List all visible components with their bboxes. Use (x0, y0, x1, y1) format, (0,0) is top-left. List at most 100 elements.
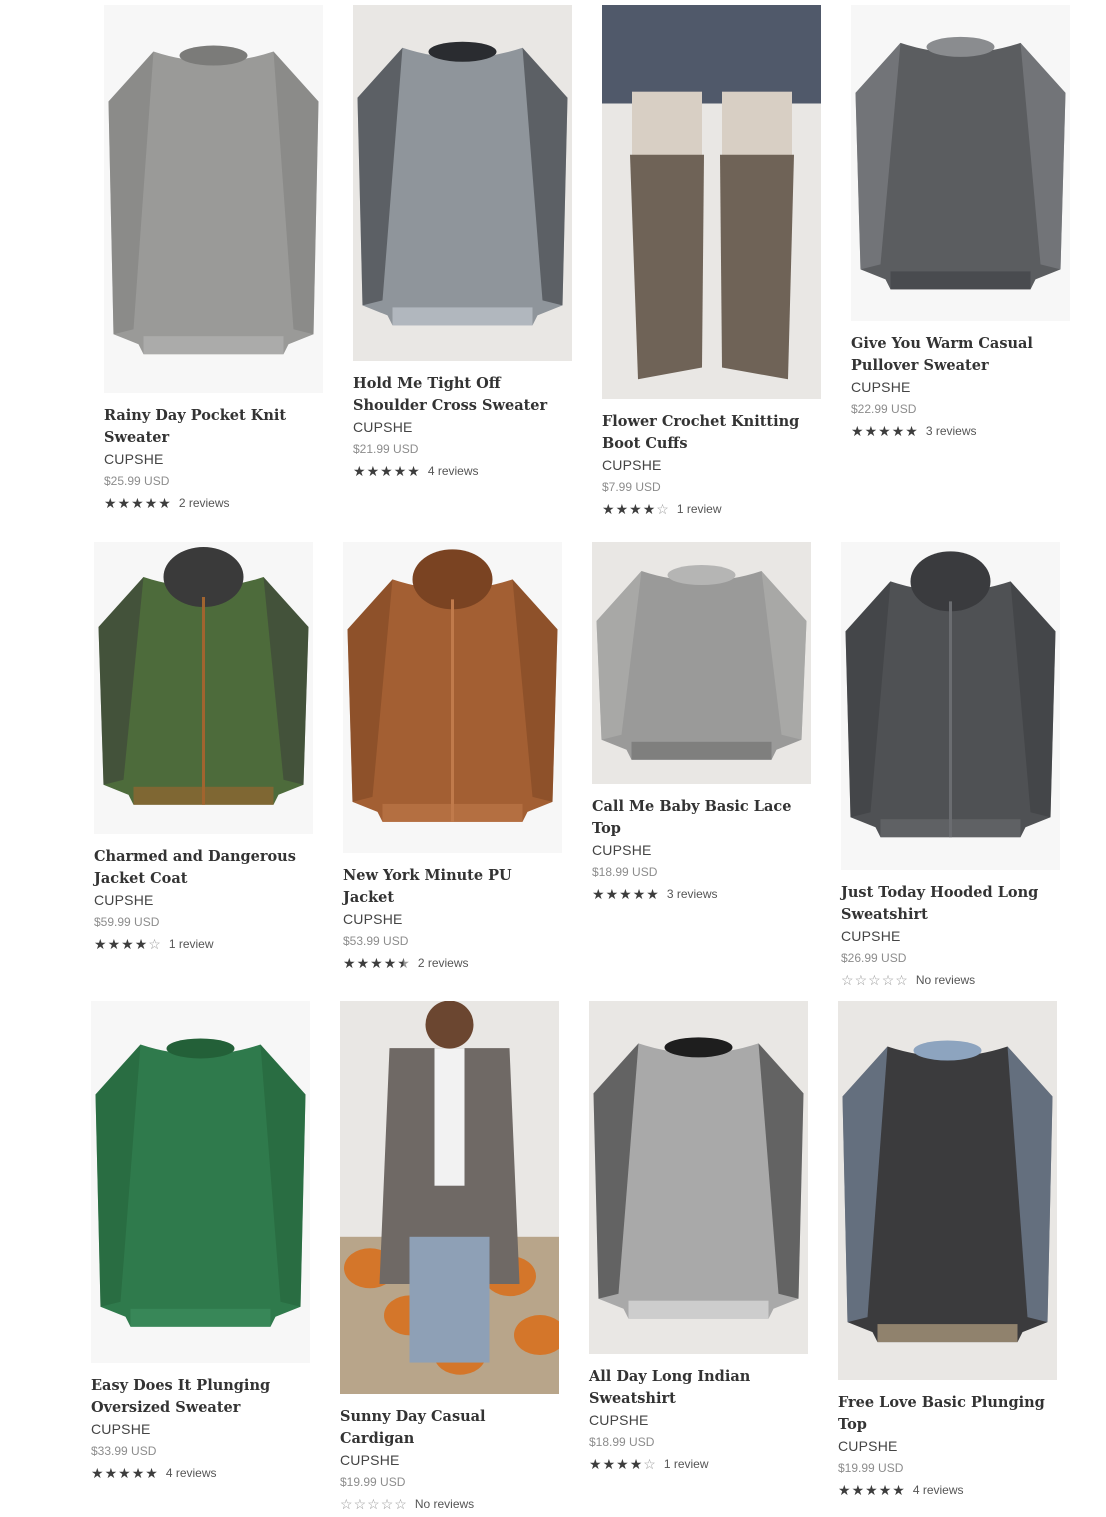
product-card[interactable]: Free Love Basic Plunging Top CUPSHE $19.99… (838, 1001, 1057, 1501)
review-count[interactable]: No reviews (916, 969, 975, 991)
product-vendor: CUPSHE (589, 1412, 649, 1428)
product-title[interactable]: Flower Crochet Knitting Boot Cuffs (602, 411, 821, 455)
star-rating: ☆ ☆ ☆ ☆ ☆ (841, 973, 908, 987)
star-rating: ★ ★ ★ ★ ★ (343, 956, 410, 970)
product-price: $19.99 USD (340, 1475, 406, 1489)
product-vendor: CUPSHE (838, 1438, 898, 1454)
product-image[interactable] (589, 1001, 808, 1354)
product-rating: ★ ★ ★ ★ ☆ 1 review (602, 498, 821, 520)
star-full-icon: ★ (107, 936, 121, 952)
product-price: $7.99 USD (602, 480, 661, 494)
star-rating: ★ ★ ★ ★ ★ (838, 1483, 905, 1497)
product-card[interactable]: Charmed and Dangerous Jacket Coat CUPSHE $… (94, 542, 313, 955)
product-card[interactable]: Call Me Baby Basic Lace Top CUPSHE $18.99 … (592, 542, 811, 905)
star-full-icon: ★ (905, 423, 918, 439)
product-image[interactable] (104, 5, 323, 393)
star-full-icon: ★ (121, 936, 134, 952)
product-title[interactable]: All Day Long Indian Sweatshirt (589, 1366, 808, 1410)
product-vendor: CUPSHE (592, 842, 652, 858)
star-full-icon: ★ (592, 886, 605, 902)
product-card[interactable]: Hold Me Tight Off Shoulder Cross Sweater… (353, 5, 572, 482)
product-rating: ★ ★ ★ ★ ★ 4 reviews (353, 460, 572, 482)
product-title[interactable]: Hold Me Tight Off Shoulder Cross Sweater (353, 373, 572, 417)
review-count[interactable]: 2 reviews (179, 492, 230, 514)
product-image[interactable] (94, 542, 313, 834)
star-rating: ★ ★ ★ ★ ★ (851, 424, 918, 438)
product-card[interactable]: Easy Does It Plunging Oversized Sweater C… (91, 1001, 310, 1484)
product-image[interactable] (851, 5, 1070, 321)
review-count[interactable]: 1 review (664, 1453, 709, 1475)
star-empty-icon: ☆ (841, 972, 854, 988)
star-empty-icon: ☆ (881, 972, 895, 988)
star-full-icon: ★ (838, 1482, 851, 1498)
star-empty-icon: ☆ (854, 972, 868, 988)
star-full-icon: ★ (356, 955, 370, 971)
star-full-icon: ★ (370, 955, 383, 971)
star-full-icon: ★ (892, 1482, 905, 1498)
star-rating: ★ ★ ★ ★ ★ (104, 496, 171, 510)
product-price: $25.99 USD (104, 474, 170, 488)
review-count[interactable]: 1 review (677, 498, 722, 520)
product-title[interactable]: New York Minute PU Jacket (343, 865, 562, 909)
review-count[interactable]: 1 review (169, 933, 214, 955)
star-full-icon: ★ (104, 495, 117, 511)
star-full-icon: ★ (134, 936, 148, 952)
star-full-icon: ★ (366, 463, 380, 479)
product-image[interactable] (91, 1001, 310, 1363)
product-title[interactable]: Easy Does It Plunging Oversized Sweater (91, 1375, 310, 1419)
product-title[interactable]: Free Love Basic Plunging Top (838, 1392, 1057, 1436)
review-count[interactable]: 4 reviews (428, 460, 479, 482)
review-count[interactable]: 3 reviews (667, 883, 718, 905)
product-image[interactable] (353, 5, 572, 361)
product-card[interactable]: Rainy Day Pocket Knit Sweater CUPSHE $25.9… (104, 5, 323, 514)
star-full-icon: ★ (878, 1482, 892, 1498)
product-card[interactable]: Give You Warm Casual Pullover Sweater CUP… (851, 5, 1070, 442)
product-title[interactable]: Give You Warm Casual Pullover Sweater (851, 333, 1070, 377)
product-image[interactable] (602, 5, 821, 399)
product-vendor: CUPSHE (104, 451, 164, 467)
product-image[interactable] (841, 542, 1060, 870)
review-count[interactable]: 4 reviews (913, 1479, 964, 1501)
star-empty-icon: ☆ (868, 972, 881, 988)
star-full-icon: ★ (380, 463, 393, 479)
product-title[interactable]: Rainy Day Pocket Knit Sweater (104, 405, 323, 449)
star-full-icon: ★ (632, 886, 646, 902)
product-vendor: CUPSHE (353, 419, 413, 435)
product-image[interactable] (343, 542, 562, 853)
review-count[interactable]: 3 reviews (926, 420, 977, 442)
star-full-icon: ★ (353, 463, 366, 479)
star-full-icon: ★ (605, 886, 619, 902)
product-price: $19.99 USD (838, 1461, 904, 1475)
star-full-icon: ★ (131, 495, 144, 511)
review-count[interactable]: 2 reviews (418, 952, 469, 974)
star-empty-icon: ☆ (895, 972, 908, 988)
product-rating: ★ ★ ★ ★ ★ 4 reviews (91, 1462, 310, 1484)
star-rating: ★ ★ ★ ★ ★ (592, 887, 659, 901)
product-card[interactable]: Just Today Hooded Long Sweatshirt CUPSHE $… (841, 542, 1060, 991)
star-full-icon: ★ (407, 463, 420, 479)
product-price: $21.99 USD (353, 442, 419, 456)
product-card[interactable]: Sunny Day Casual Cardigan CUPSHE $19.99 US… (340, 1001, 559, 1515)
product-image[interactable] (340, 1001, 559, 1394)
star-empty-icon: ☆ (367, 1496, 380, 1512)
product-price: $18.99 USD (589, 1435, 655, 1449)
product-image[interactable] (592, 542, 811, 784)
star-full-icon: ★ (891, 423, 905, 439)
review-count[interactable]: 4 reviews (166, 1462, 217, 1484)
product-card[interactable]: All Day Long Indian Sweatshirt CUPSHE $18.… (589, 1001, 808, 1475)
product-title[interactable]: Just Today Hooded Long Sweatshirt (841, 882, 1060, 926)
star-full-icon: ★ (864, 423, 878, 439)
product-title[interactable]: Charmed and Dangerous Jacket Coat (94, 846, 313, 890)
product-card[interactable]: New York Minute PU Jacket CUPSHE $53.99 US… (343, 542, 562, 974)
product-image[interactable] (838, 1001, 1057, 1380)
review-count[interactable]: No reviews (415, 1493, 474, 1515)
product-title[interactable]: Call Me Baby Basic Lace Top (592, 796, 811, 840)
star-full-icon: ★ (343, 955, 356, 971)
product-card[interactable]: Flower Crochet Knitting Boot Cuffs CUPSHE… (602, 5, 821, 520)
star-empty-icon: ☆ (353, 1496, 367, 1512)
product-vendor: CUPSHE (841, 928, 901, 944)
product-vendor: CUPSHE (343, 911, 403, 927)
star-rating: ★ ★ ★ ★ ☆ (589, 1457, 656, 1471)
product-title[interactable]: Sunny Day Casual Cardigan (340, 1406, 559, 1450)
star-full-icon: ★ (158, 495, 171, 511)
